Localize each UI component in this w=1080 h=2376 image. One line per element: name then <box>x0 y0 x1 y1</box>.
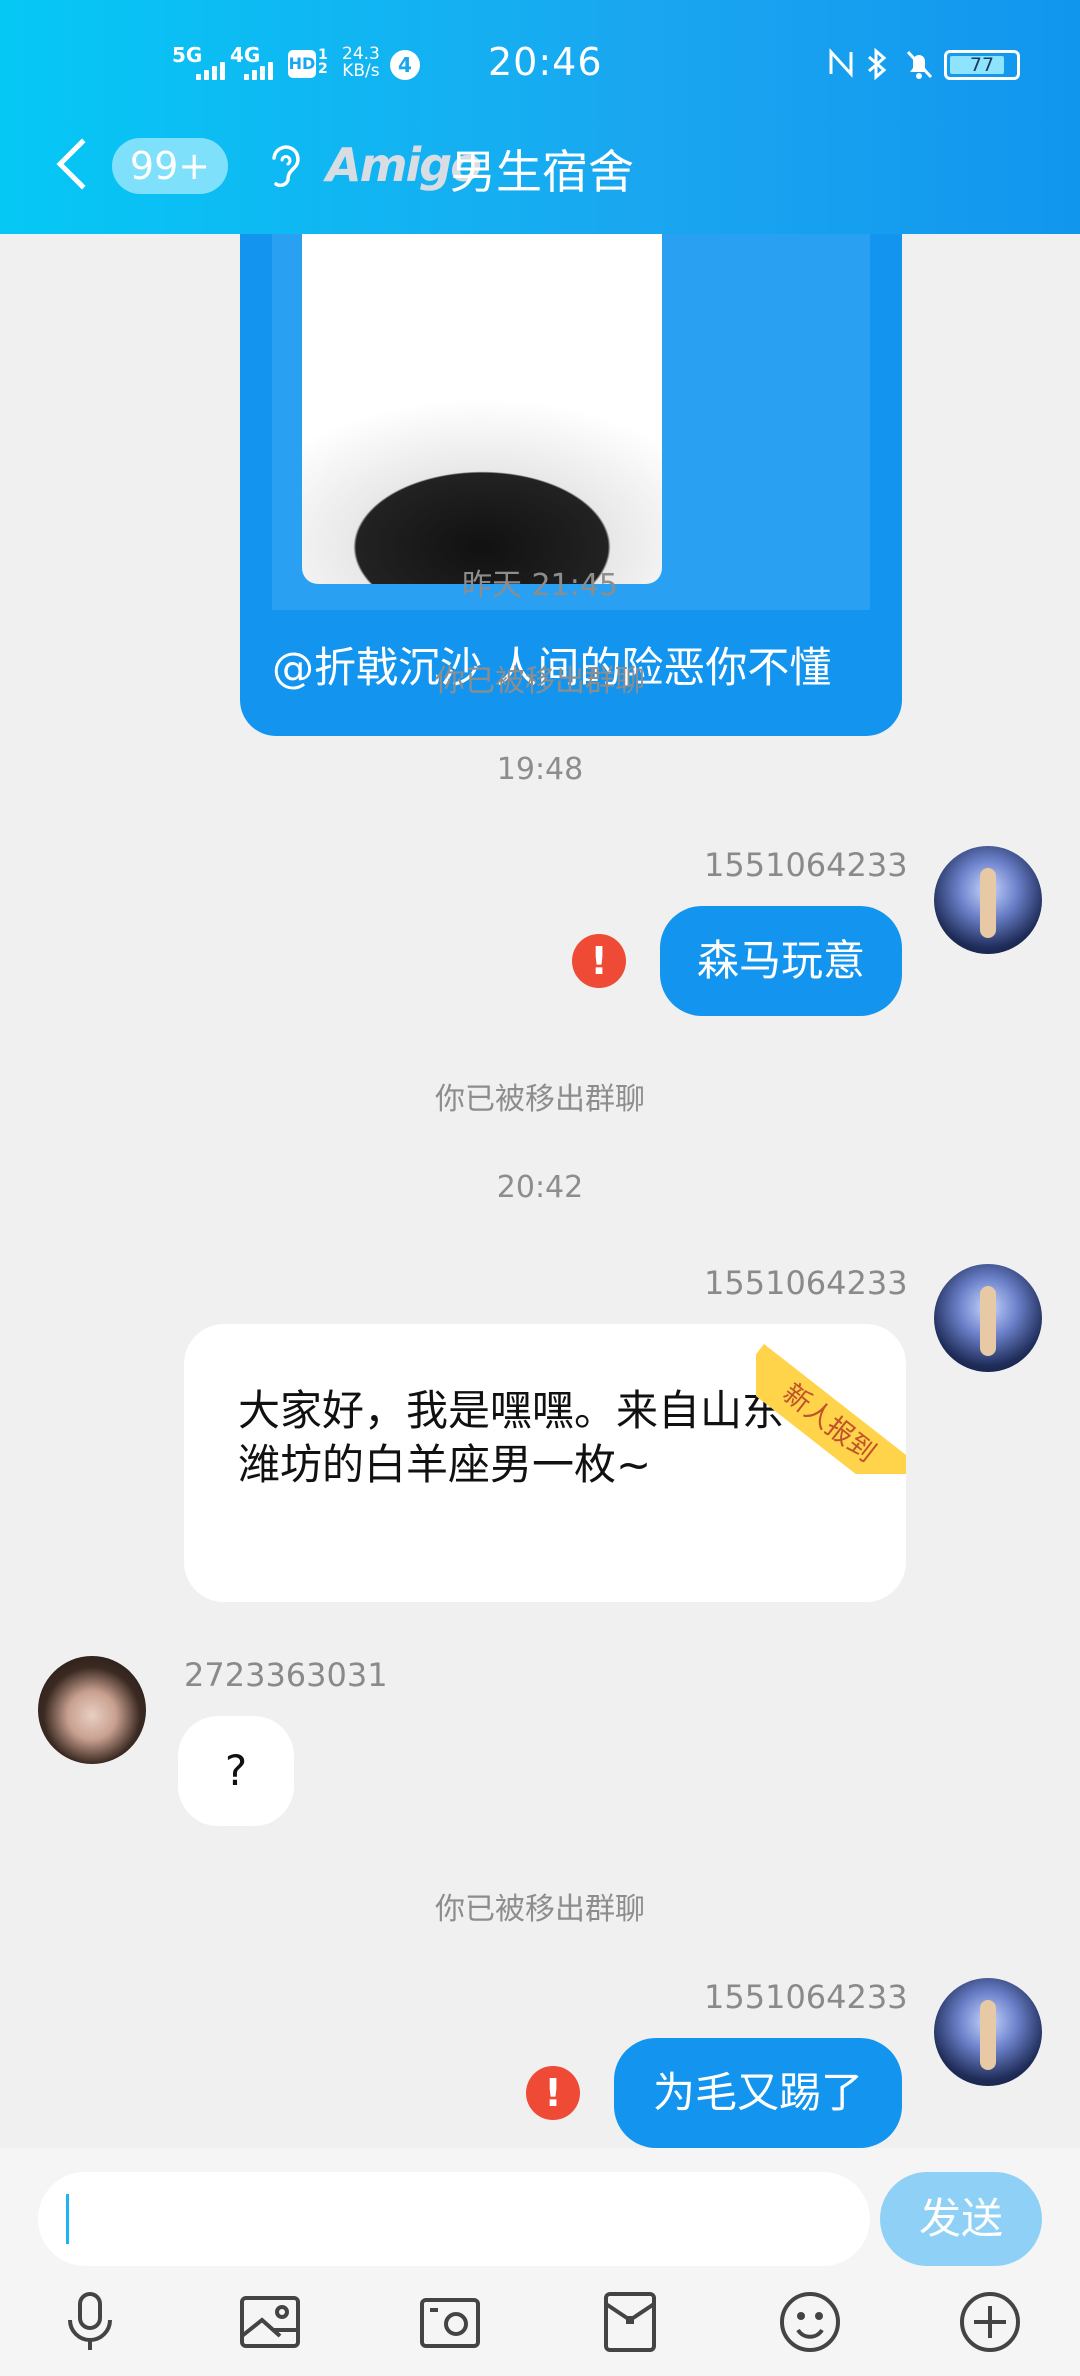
plus-icon[interactable] <box>958 2290 1022 2354</box>
sim-slots-label: 1 2 <box>318 47 328 77</box>
message-bubble[interactable]: 森马玩意 <box>660 906 902 1016</box>
emoji-icon[interactable] <box>778 2290 842 2354</box>
signal-bars-icon <box>244 58 273 80</box>
signal-bars-icon <box>196 58 225 80</box>
header: 5G 4G HD 1 2 24.3 KB/s 4 20:46 77 99+ Am… <box>0 0 1080 234</box>
speed-unit: KB/s <box>342 61 380 81</box>
system-message: 你已被移出群聊 <box>435 1082 645 1117</box>
ribbon-wrap: 新人报到 <box>756 1324 906 1474</box>
hd-badge: HD <box>288 50 316 78</box>
message-bubble[interactable]: 为毛又踢了 <box>614 2038 902 2148</box>
red-packet-icon[interactable] <box>598 2290 662 2354</box>
notification-count-badge: 4 <box>390 50 420 80</box>
back-arrow-icon[interactable] <box>56 138 108 190</box>
sender-id: 1551064233 <box>704 1978 908 2016</box>
shared-image[interactable] <box>302 234 662 584</box>
status-bar: 5G 4G HD 1 2 24.3 KB/s 4 20:46 77 <box>0 0 1080 130</box>
avatar[interactable] <box>38 1656 146 1764</box>
mute-bell-icon <box>904 48 934 88</box>
bluetooth-icon <box>864 47 892 88</box>
chat-area[interactable]: @折戟沉沙 人间的险恶你不懂 昨天 21:45 你已被移出群聊 19:48 15… <box>0 234 1080 2148</box>
avatar[interactable] <box>934 1978 1042 2086</box>
avatar[interactable] <box>934 1264 1042 1372</box>
message-input[interactable] <box>38 2172 870 2266</box>
image-icon[interactable] <box>238 2290 302 2354</box>
intro-text: 大家好，我是嘿嘿。来自山东 潍坊的白羊座男一枚~ <box>238 1384 784 1492</box>
timestamp: 19:48 <box>496 752 584 787</box>
send-failed-icon[interactable]: ! <box>572 934 626 988</box>
microphone-icon[interactable] <box>58 2290 122 2354</box>
image-frame <box>272 234 870 610</box>
send-button[interactable]: 发送 <box>880 2172 1042 2266</box>
sender-id: 1551064233 <box>704 1264 908 1302</box>
message-bubble[interactable]: ? <box>178 1716 294 1826</box>
system-message: 你已被移出群聊 <box>435 664 645 699</box>
nfc-icon <box>828 48 854 86</box>
sender-id: 1551064233 <box>704 846 908 884</box>
intro-line: 潍坊的白羊座男一枚~ <box>238 1440 652 1489</box>
avatar[interactable] <box>934 846 1042 954</box>
sender-id: 2723363031 <box>184 1656 388 1694</box>
battery-cap <box>944 50 949 62</box>
text-cursor <box>66 2194 69 2244</box>
new-member-ribbon: 新人报到 <box>756 1344 906 1474</box>
timestamp: 20:42 <box>496 1170 584 1205</box>
timestamp: 昨天 21:45 <box>462 568 618 603</box>
camera-icon[interactable] <box>418 2290 482 2354</box>
battery-level: 77 <box>969 54 995 76</box>
intro-line: 大家好，我是嘿嘿。来自山东 <box>238 1386 785 1435</box>
group-title[interactable]: 男生宿舍 <box>450 136 634 202</box>
ear-mode-icon[interactable] <box>264 140 304 196</box>
status-time: 20:46 <box>488 40 603 84</box>
battery-icon: 77 <box>944 50 1020 80</box>
unread-count-badge[interactable]: 99+ <box>112 138 228 194</box>
network-speed: 24.3 KB/s <box>342 46 380 80</box>
system-message: 你已被移出群聊 <box>435 1892 645 1927</box>
send-failed-icon[interactable]: ! <box>526 2066 580 2120</box>
